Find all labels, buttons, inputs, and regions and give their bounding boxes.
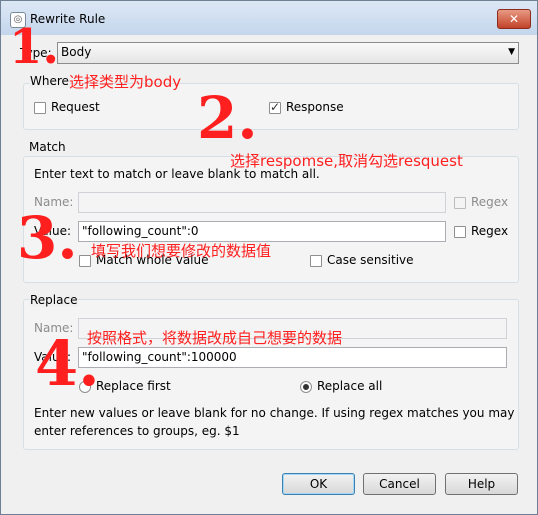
- type-dropdown[interactable]: Body ▼: [57, 42, 519, 64]
- response-checkbox[interactable]: [269, 100, 281, 114]
- match-heading: Match: [29, 140, 66, 154]
- replace-heading: Replace: [29, 293, 79, 307]
- match-name-regex-label: Regex: [471, 195, 509, 209]
- replace-first-label: Replace first: [96, 379, 171, 393]
- replace-all-radio[interactable]: [300, 381, 312, 393]
- match-name-input[interactable]: [78, 192, 446, 213]
- request-checkbox[interactable]: [34, 102, 46, 114]
- match-whole-value-checkbox[interactable]: [79, 255, 91, 267]
- replace-value-input[interactable]: "following_count":100000: [78, 347, 507, 368]
- request-label: Request: [51, 100, 100, 114]
- match-value-regex-label: Regex: [471, 224, 509, 238]
- annotation-note-1: 选择类型为body: [69, 73, 182, 91]
- where-heading: Where: [29, 74, 70, 88]
- annotation-note-3: 填写我们想要修改的数据值: [91, 242, 272, 260]
- close-button[interactable]: ✕: [497, 9, 531, 29]
- case-sensitive-checkbox[interactable]: [310, 255, 322, 267]
- match-name-regex-checkbox[interactable]: [454, 197, 466, 209]
- replace-all-label: Replace all: [317, 379, 383, 393]
- annotation-note-4: 按照格式，将数据改成自己想要的数据: [87, 329, 343, 347]
- annotation-number-1: 1.: [9, 19, 60, 75]
- case-sensitive-label: Case sensitive: [327, 253, 414, 267]
- title-bar[interactable]: ◎ Rewrite Rule ✕: [1, 1, 537, 35]
- cancel-button[interactable]: Cancel: [363, 473, 436, 495]
- match-value-input[interactable]: "following_count":0: [78, 221, 446, 242]
- help-button[interactable]: Help: [445, 473, 518, 495]
- annotation-number-3: 3.: [17, 204, 78, 272]
- rewrite-rule-dialog: ◎ Rewrite Rule ✕ Type: Body ▼ Where Requ…: [0, 0, 538, 515]
- type-selected-value: Body: [61, 45, 92, 59]
- match-value-regex-checkbox[interactable]: [454, 226, 466, 238]
- ok-button[interactable]: OK: [282, 473, 355, 495]
- response-label: Response: [286, 100, 344, 114]
- annotation-note-2: 选择respomse,取消勾选resquest: [230, 152, 463, 170]
- replace-hint-line2: enter references to groups, eg. $1: [34, 424, 240, 438]
- annotation-number-2: 2.: [197, 84, 258, 152]
- replace-hint-line1: Enter new values or leave blank for no c…: [34, 406, 515, 420]
- chevron-down-icon: ▼: [508, 47, 515, 57]
